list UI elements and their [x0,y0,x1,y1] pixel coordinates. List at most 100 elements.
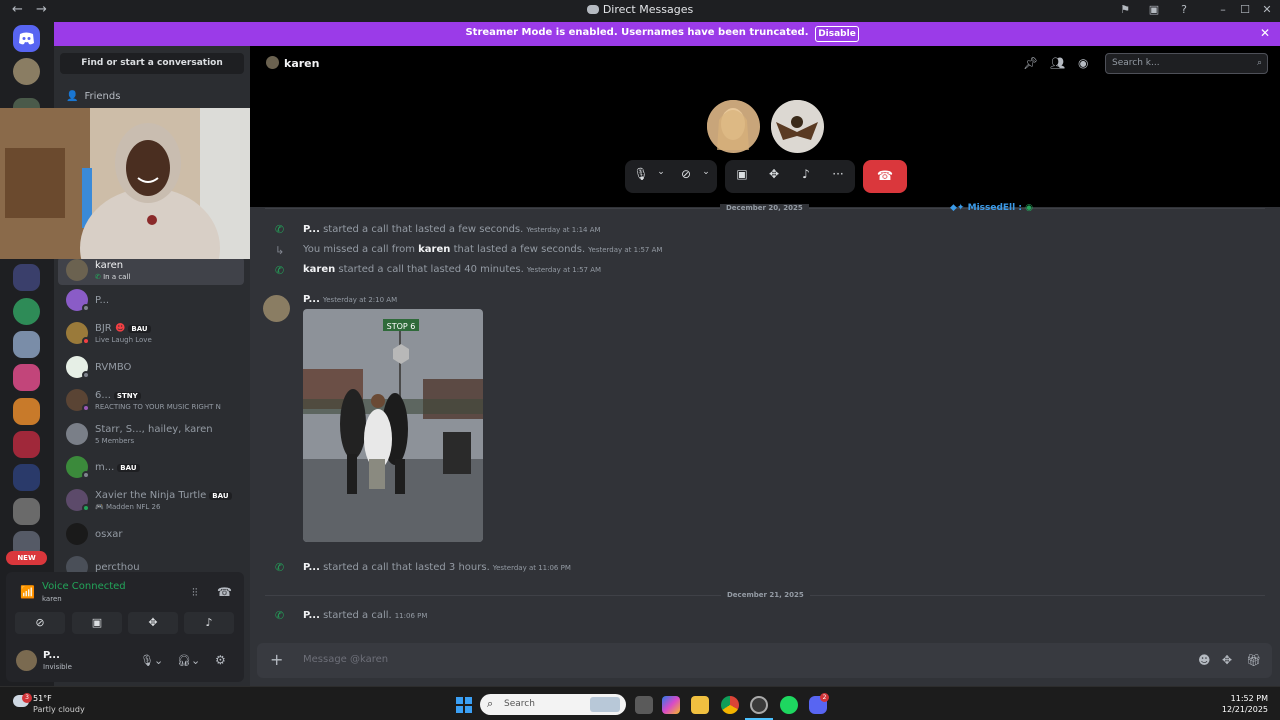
dm-item[interactable]: Xavier the Ninja Turtle BAU 🎮 Madden NFL … [58,487,244,515]
discord-home-icon[interactable] [13,25,40,52]
add-friends-icon[interactable]: 👥︎ [1050,56,1065,70]
soundboard-icon[interactable]: ♪ [797,167,815,181]
clock-date[interactable]: 12/21/2025 [1212,705,1268,714]
close-window-icon[interactable]: ✕ [1260,3,1274,17]
server-icon[interactable] [13,264,40,291]
dm-name: 6... STNY [95,390,141,401]
server-icon[interactable] [13,464,40,491]
tag-badge: BAU [117,464,140,472]
call-icon: ✆ [275,264,285,277]
app-icon[interactable] [750,696,768,714]
dm-item[interactable]: Starr, S..., hailey, karen 5 Members [58,421,244,449]
weather-text[interactable]: Partly cloudy [33,705,85,714]
notification-badge: 2 [820,693,829,702]
window-title: Direct Messages [0,3,1280,16]
headphones-icon[interactable]: 🎧︎⌄ [177,654,200,667]
screen-share-icon[interactable]: ▣ [1147,3,1161,17]
dm-name: Xavier the Ninja Turtle BAU [95,490,232,501]
spotify-icon[interactable] [780,696,798,714]
taskbar-search-input[interactable]: ⌕ Search [480,694,626,715]
message-input[interactable]: Message @karen [303,654,388,665]
post-header: P... Yesterday at 2:10 AM [303,294,398,305]
activities-icon[interactable]: ✥ [765,167,783,181]
banner-close-icon[interactable]: ✕ [1260,26,1270,40]
server-icon[interactable] [13,398,40,425]
chrome-icon[interactable] [721,696,739,714]
image-attachment[interactable]: STOP 6 [303,309,483,542]
mic-video-controls: 🎙︎ ⌄ ⊘ ⌄ [625,160,717,193]
message-composer: + Message @karen ☻ ✥ 🎁︎ [257,643,1272,678]
street-sign-text: STOP 6 [387,322,416,331]
dm-name: Starr, S..., hailey, karen [95,424,213,435]
microphone-icon[interactable]: 🎙︎⌄ [140,654,163,667]
clock-time[interactable]: 11:52 PM [1222,694,1268,703]
friends-link[interactable]: 👤 Friends [66,91,120,102]
search-input[interactable]: Search k... ⌕ [1105,53,1268,74]
date-label: December 20, 2025 [720,204,809,212]
voice-status[interactable]: Voice Connected [42,581,126,592]
main-chat: karen 📌︎ 👥︎ ◉ Search k... ⌕ 🎙︎ ⌄ ⊘ ⌄ ▣ ✥… [250,46,1280,686]
dm-status: ✆ In a call [95,273,131,281]
camera-off-button[interactable]: ⊘ [15,612,65,634]
user-avatar[interactable] [16,650,37,671]
find-conversation-button[interactable]: Find or start a conversation [60,53,244,74]
camera-off-icon[interactable]: ⊘ [677,167,695,181]
dm-name: RVMBO [95,362,132,373]
minimize-icon[interactable]: – [1216,3,1230,17]
add-attachment-icon[interactable]: + [270,650,283,669]
new-badge[interactable]: NEW [6,551,47,565]
copilot-icon[interactable] [662,696,680,714]
corner-tag[interactable]: ◆✦ MissedEll : ◉ [950,203,1033,213]
emoji-picker-icon[interactable]: ☻ [1198,653,1211,667]
user-profile-icon[interactable]: ◉ [1078,56,1088,70]
server-icon[interactable] [13,298,40,325]
dm-item[interactable]: BJR ☻ BAU Live Laugh Love [58,320,244,348]
disable-button[interactable]: Disable [815,26,859,42]
call-participant-avatar[interactable] [707,100,760,153]
settings-gear-icon[interactable]: ⚙ [215,653,226,667]
file-explorer-icon[interactable] [691,696,709,714]
dm-item[interactable]: RVMBO [58,354,244,382]
user-name[interactable]: P... [43,650,60,661]
server-icon[interactable] [13,431,40,458]
hang-up-button[interactable]: ☎ [863,160,907,193]
help-icon[interactable]: ? [1177,3,1191,17]
chevron-down-icon[interactable]: ⌄ [697,167,715,177]
task-view-icon[interactable] [635,696,653,714]
chevron-down-icon[interactable]: ⌄ [652,167,670,177]
maximize-icon[interactable]: ☐ [1238,3,1252,17]
voice-connected-panel: 📶 Voice Connected karen ⫶⫶ ☎ ⊘ ▣ ✥ ♪ P..… [6,572,244,682]
soundboard-wave-icon[interactable]: ⫶⫶ [192,586,198,600]
screen-share-button[interactable]: ▣ [72,612,122,634]
server-icon[interactable] [13,364,40,391]
inbox-flag-icon[interactable]: ⚑ [1118,3,1132,17]
soundboard-button[interactable]: ♪ [184,612,234,634]
disconnect-icon[interactable]: ☎ [217,585,232,599]
screen-share-icon[interactable]: ▣ [733,167,751,181]
dm-name: karen [95,260,124,271]
apps-icon[interactable]: ✥ [1222,653,1232,667]
gift-icon[interactable]: 🎁︎ [1246,653,1261,667]
call-participant-avatar[interactable] [771,100,824,153]
emoji-icon: ◉ [1025,203,1033,213]
voice-channel[interactable]: karen [42,595,62,603]
temperature[interactable]: 51°F [33,694,52,703]
call-action-controls: ▣ ✥ ♪ ··· [725,160,855,193]
dm-name: m... BAU [95,462,140,473]
microphone-icon[interactable]: 🎙︎ [632,167,650,181]
dm-item[interactable]: 6... STNY REACTING TO YOUR MUSIC RIGHT N [58,387,244,415]
activities-button[interactable]: ✥ [128,612,178,634]
call-icon: ✆ [275,223,285,236]
author-avatar[interactable] [263,295,290,322]
dm-item[interactable]: m... BAU [58,454,244,482]
missed-call-icon: ↳ [275,244,285,257]
server-icon[interactable] [13,331,40,358]
windows-start-icon[interactable] [455,696,473,714]
pin-icon[interactable]: 📌︎ [1023,56,1038,70]
server-icon[interactable] [13,498,40,525]
server-avatar[interactable] [13,58,40,85]
more-options-icon[interactable]: ··· [829,167,847,181]
dm-item[interactable]: osxar [58,521,244,549]
dm-item-karen[interactable]: karen ✆ In a call [58,257,244,285]
dm-item[interactable]: P... [58,287,244,315]
